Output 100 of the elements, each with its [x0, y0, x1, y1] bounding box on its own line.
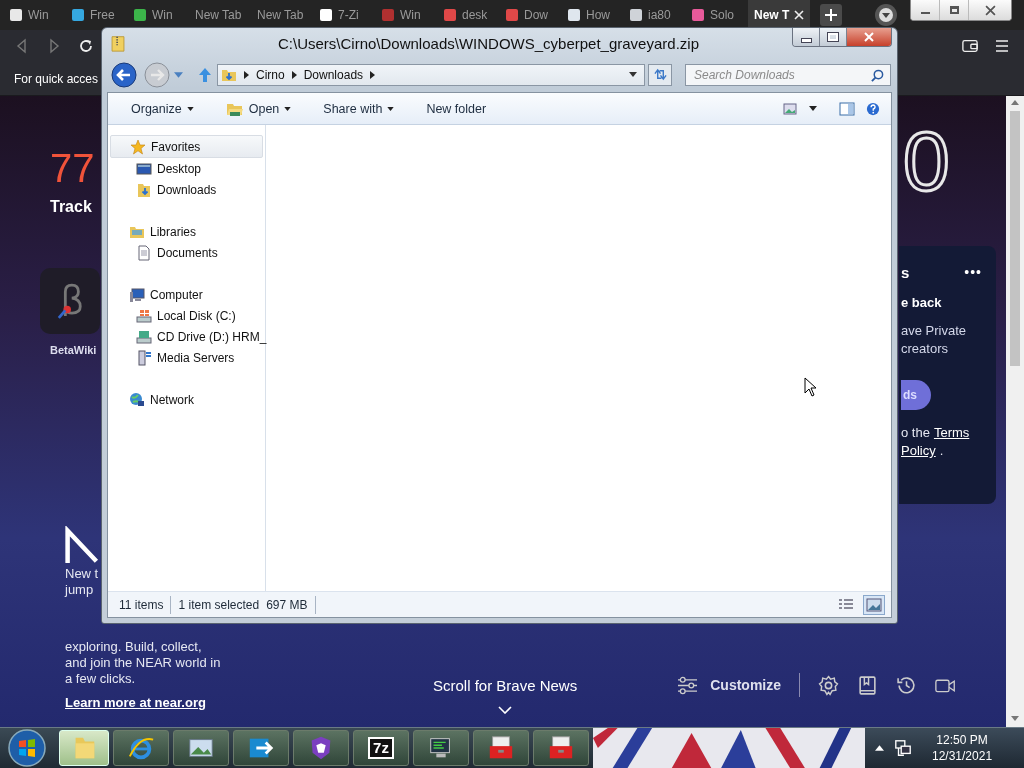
site-icon	[319, 8, 333, 22]
taskbar-button[interactable]	[233, 730, 289, 766]
address-bar[interactable]: Cirno Downloads	[217, 63, 645, 86]
more-button[interactable]: •••	[964, 264, 982, 281]
start-button[interactable]	[7, 728, 47, 768]
taskbar-button[interactable]	[173, 730, 229, 766]
toolbar-command[interactable]: Share with	[318, 98, 400, 119]
refresh-icon	[652, 68, 668, 81]
scroll-down-icon[interactable]	[1011, 716, 1019, 721]
taskbar-button[interactable]: 7z	[353, 730, 409, 766]
browser-tab[interactable]: ia80	[624, 0, 686, 30]
chevron-right-icon[interactable]	[370, 70, 376, 79]
browser-tab[interactable]: desk	[438, 0, 500, 30]
scroll-up-icon[interactable]	[1011, 100, 1019, 105]
organize-menu[interactable]: Organize	[126, 98, 199, 119]
nav-item[interactable]: Desktop	[108, 158, 265, 179]
nav-item[interactable]: Network	[110, 389, 263, 410]
maximize-button[interactable]	[820, 28, 847, 46]
breadcrumb[interactable]: Downloads	[303, 67, 364, 82]
refresh-button[interactable]	[648, 63, 672, 86]
near-text: exploring. Build, collect, and join the NEAR world in a few clicks.	[65, 639, 222, 687]
taskbar-button[interactable]	[533, 730, 589, 766]
back-button[interactable]	[111, 61, 137, 88]
site-icon	[505, 8, 519, 22]
card-text: creators	[901, 340, 949, 358]
bookmark-icon[interactable]	[857, 674, 878, 696]
terms-link[interactable]: Terms	[933, 424, 970, 442]
recent-pages-icon[interactable]	[174, 71, 183, 78]
taskbar-button[interactable]	[413, 730, 469, 766]
menu-icon[interactable]	[994, 38, 1010, 54]
card-title: e back	[901, 295, 943, 310]
minimize-button[interactable]	[911, 0, 940, 20]
browser-tab[interactable]: Solo	[686, 0, 748, 30]
toolbar-command[interactable]: New folder	[421, 98, 492, 119]
scroll-thumb[interactable]	[1010, 111, 1020, 366]
nav-item[interactable]: Media Servers	[108, 347, 265, 368]
search-field[interactable]: Search Downloads	[685, 63, 891, 86]
new-tab-button[interactable]	[820, 4, 842, 26]
bookmarks-hint: For quick acces	[14, 71, 99, 86]
large-icons-view-icon[interactable]	[863, 594, 885, 615]
reload-icon[interactable]	[78, 38, 94, 54]
browser-tab[interactable]: New Tab	[190, 0, 252, 30]
show-hidden-icons-button[interactable]	[875, 745, 884, 751]
dropdown-icon[interactable]	[809, 106, 817, 111]
help-icon[interactable]	[865, 101, 881, 116]
browser-tab[interactable]: Dow	[500, 0, 562, 30]
nav-item[interactable]: Computer	[110, 284, 263, 305]
close-icon[interactable]	[794, 10, 805, 20]
nav-item[interactable]: Favorites	[110, 135, 263, 158]
search-icon[interactable]	[871, 68, 884, 82]
nav-item[interactable]: Libraries	[110, 221, 263, 242]
browser-tab[interactable]: 7-Zi	[314, 0, 376, 30]
zip-folder-icon	[111, 34, 125, 52]
policy-link[interactable]: Policy	[901, 442, 936, 460]
caret-icon	[387, 106, 395, 111]
dropdown-icon[interactable]	[629, 72, 637, 77]
breadcrumb[interactable]: Cirno	[256, 67, 285, 82]
nav-item[interactable]: Documents	[108, 242, 265, 263]
top-site-tile[interactable]	[40, 268, 100, 334]
settings-icon[interactable]	[818, 674, 839, 696]
chevron-right-icon[interactable]	[244, 70, 249, 79]
card-heading: s	[901, 264, 910, 281]
nav-item[interactable]: CD Drive (D:) HRM_	[108, 326, 265, 347]
downloads-folder-icon	[136, 181, 152, 198]
browser-tab[interactable]: Win	[4, 0, 66, 30]
minimize-button[interactable]	[793, 28, 820, 46]
card-text: ave Private	[901, 322, 968, 340]
desktop-icon	[136, 160, 152, 177]
close-button[interactable]	[969, 0, 1011, 20]
browser-tab[interactable]: New Tab	[252, 0, 314, 30]
toolbar-command[interactable]: Open	[220, 97, 297, 120]
close-button[interactable]	[847, 28, 891, 46]
taskbar-button[interactable]	[293, 730, 349, 766]
chevron-right-icon[interactable]	[291, 70, 297, 79]
forward-button[interactable]	[144, 61, 170, 88]
browser-tab[interactable]: New T	[748, 0, 810, 30]
browser-tab[interactable]: How	[562, 0, 624, 30]
globe-icon	[129, 391, 145, 408]
scrollbar[interactable]	[1006, 96, 1024, 727]
browser-tab[interactable]: Win	[128, 0, 190, 30]
nav-item[interactable]: Local Disk (C:)	[108, 305, 265, 326]
taskbar-button[interactable]	[473, 730, 529, 766]
chevron-down-icon[interactable]	[498, 706, 513, 714]
near-logo-icon	[64, 526, 100, 566]
history-icon[interactable]	[896, 674, 917, 696]
tab-menu-button[interactable]	[874, 3, 898, 27]
nav-item[interactable]: Downloads	[108, 179, 265, 200]
network-icon[interactable]	[894, 739, 912, 757]
caret-icon	[284, 106, 292, 111]
browser-tab[interactable]: Free	[66, 0, 128, 30]
restore-button[interactable]	[940, 0, 969, 20]
minimize-icon	[800, 37, 812, 43]
view-options-icon[interactable]	[783, 101, 799, 116]
customize-button[interactable]: Customize	[677, 675, 781, 695]
site-icon	[629, 8, 643, 22]
near-link[interactable]: Learn more at near.org	[65, 695, 225, 710]
near-text: New t	[65, 566, 100, 582]
taskbar-button[interactable]	[113, 730, 169, 766]
browser-tab[interactable]: Win	[376, 0, 438, 30]
wallet-icon[interactable]	[962, 38, 978, 54]
